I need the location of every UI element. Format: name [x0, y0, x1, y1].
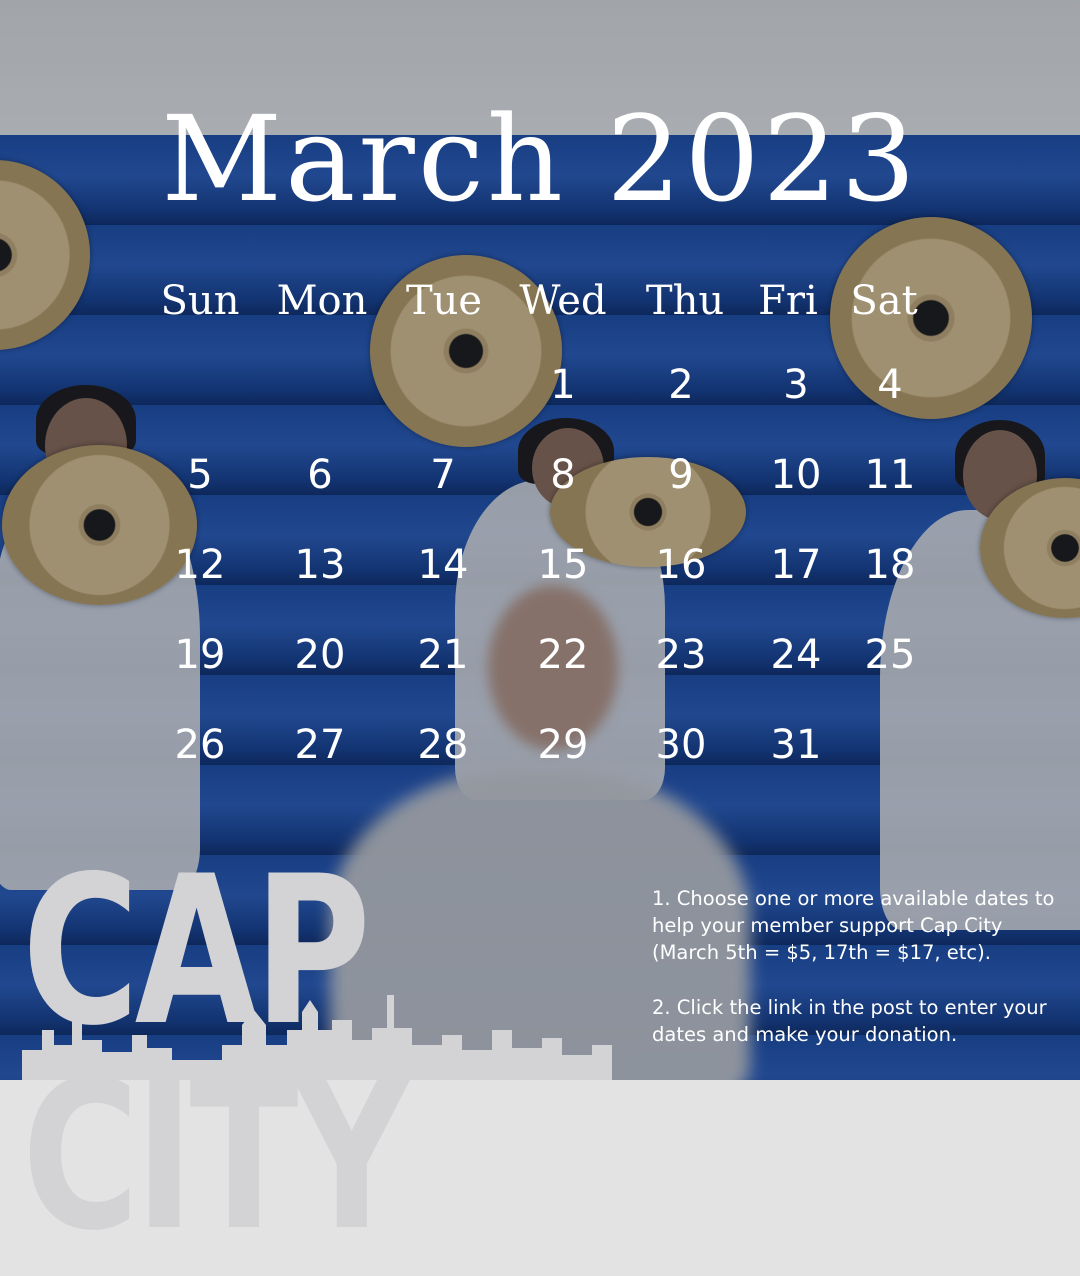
calendar-day-7[interactable]: 7: [403, 452, 483, 498]
calendar-day-8[interactable]: 8: [523, 452, 603, 498]
calendar-title: March 2023: [161, 90, 919, 228]
calendar-day-21[interactable]: 21: [403, 632, 483, 678]
calendar-day-19[interactable]: 19: [160, 632, 240, 678]
weekday-sat: Sat: [850, 278, 918, 324]
weekday-sun: Sun: [160, 278, 240, 324]
calendar-day-2[interactable]: 2: [641, 362, 721, 408]
calendar-day-13[interactable]: 13: [280, 542, 360, 588]
calendar-day-3[interactable]: 3: [756, 362, 836, 408]
calendar-day-25[interactable]: 25: [850, 632, 930, 678]
calendar-day-14[interactable]: 14: [403, 542, 483, 588]
calendar-day-18[interactable]: 18: [850, 542, 930, 588]
calendar-day-24[interactable]: 24: [756, 632, 836, 678]
calendar-day-5[interactable]: 5: [160, 452, 240, 498]
calendar-day-15[interactable]: 15: [523, 542, 603, 588]
calendar-day-10[interactable]: 10: [756, 452, 836, 498]
calendar-day-29[interactable]: 29: [523, 722, 603, 768]
calendar-day-23[interactable]: 23: [641, 632, 721, 678]
instruction-step-2: 2. Click the link in the post to enter y…: [652, 996, 1047, 1046]
calendar-day-12[interactable]: 12: [160, 542, 240, 588]
calendar-day-11[interactable]: 11: [850, 452, 930, 498]
instruction-step-1: 1. Choose one or more available dates to…: [652, 887, 1055, 964]
calendar-day-16[interactable]: 16: [641, 542, 721, 588]
calendar-day-22[interactable]: 22: [523, 632, 603, 678]
calendar-day-28[interactable]: 28: [403, 722, 483, 768]
cap-city-logo: CAP CITY: [22, 850, 612, 1260]
calendar-day-6[interactable]: 6: [280, 452, 360, 498]
calendar-day-27[interactable]: 27: [280, 722, 360, 768]
donation-instructions: 1. Choose one or more available dates to…: [652, 885, 1062, 1076]
calendar-day-26[interactable]: 26: [160, 722, 240, 768]
weekday-wed: Wed: [519, 278, 607, 324]
weekday-tue: Tue: [405, 278, 483, 324]
calendar-day-20[interactable]: 20: [280, 632, 360, 678]
calendar-day-4[interactable]: 4: [850, 362, 930, 408]
calendar-day-30[interactable]: 30: [641, 722, 721, 768]
calendar-day-17[interactable]: 17: [756, 542, 836, 588]
calendar-day-9[interactable]: 9: [641, 452, 721, 498]
calendar-day-31[interactable]: 31: [756, 722, 836, 768]
weekday-mon: Mon: [276, 278, 368, 324]
skyline-icon: [22, 995, 612, 1080]
calendar-day-1[interactable]: 1: [523, 362, 603, 408]
weekday-header-row: Sun Mon Tue Wed Thu Fri Sat: [0, 278, 1080, 328]
